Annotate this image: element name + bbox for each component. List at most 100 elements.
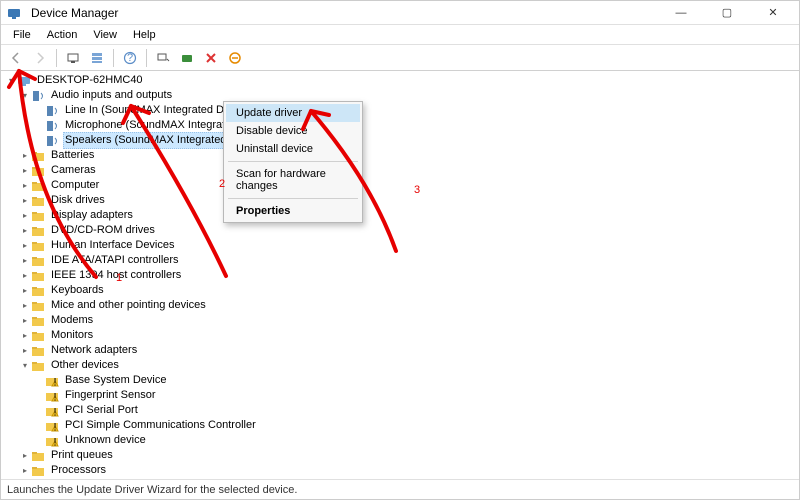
- folder-icon: [31, 299, 45, 313]
- tree-expander-icon[interactable]: ▸: [19, 178, 31, 193]
- category-item[interactable]: Mice and other pointing devices: [49, 298, 208, 313]
- folder-icon: [31, 254, 45, 268]
- folder-icon: [31, 464, 45, 478]
- menu-file[interactable]: File: [5, 27, 39, 43]
- category-item[interactable]: Modems: [49, 313, 95, 328]
- tree-expander-icon[interactable]: ▸: [19, 193, 31, 208]
- category-item[interactable]: Disk drives: [49, 193, 107, 208]
- disable-icon[interactable]: [224, 47, 246, 69]
- other-device[interactable]: Fingerprint Sensor: [63, 388, 158, 403]
- close-button[interactable]: ✕: [753, 2, 793, 24]
- category-item[interactable]: Processors: [49, 463, 108, 478]
- category-item[interactable]: Display adapters: [49, 208, 135, 223]
- ctx-sep: [228, 198, 358, 199]
- folder-icon: [31, 329, 45, 343]
- tree-expander-icon[interactable]: ▸: [19, 343, 31, 358]
- tree-root[interactable]: DESKTOP-62HMC40: [35, 73, 145, 88]
- ctx-disable-device[interactable]: Disable device: [226, 122, 360, 140]
- tree-expander-icon[interactable]: ▸: [19, 163, 31, 178]
- ctx-update-driver[interactable]: Update driver: [226, 104, 360, 122]
- tree-expander-icon[interactable]: ▸: [19, 238, 31, 253]
- warn-icon: !: [45, 404, 59, 418]
- menu-help[interactable]: Help: [125, 27, 164, 43]
- show-hidden-icon[interactable]: [86, 47, 108, 69]
- scan-icon[interactable]: [152, 47, 174, 69]
- folder-icon: [31, 479, 45, 480]
- toolbar: ?: [1, 45, 799, 71]
- category-item[interactable]: Batteries: [49, 148, 96, 163]
- category-item[interactable]: Print queues: [49, 448, 115, 463]
- tree-expander-icon[interactable]: ▸: [19, 253, 31, 268]
- tree-expander-icon[interactable]: ▾: [19, 88, 31, 103]
- category-item[interactable]: Computer: [49, 178, 101, 193]
- category-audio[interactable]: Audio inputs and outputs: [49, 88, 174, 103]
- tree-expander-icon[interactable]: ▸: [19, 463, 31, 478]
- forward-icon[interactable]: [29, 47, 51, 69]
- ctx-uninstall-device[interactable]: Uninstall device: [226, 140, 360, 158]
- folder-icon: [31, 359, 45, 373]
- toolbar-sep: [113, 49, 114, 67]
- tree-expander-icon[interactable]: ▸: [19, 448, 31, 463]
- uninstall-icon[interactable]: [200, 47, 222, 69]
- tree-expander-icon[interactable]: ▸: [19, 478, 31, 479]
- toolbar-sep: [146, 49, 147, 67]
- menu-view[interactable]: View: [85, 27, 125, 43]
- folder-icon: [31, 209, 45, 223]
- folder-icon: [31, 449, 45, 463]
- speaker-icon: [45, 134, 59, 148]
- svg-text:!: !: [53, 421, 56, 433]
- warn-icon: !: [45, 434, 59, 448]
- window-title: Device Manager: [31, 6, 655, 20]
- tree-expander-icon[interactable]: ▸: [19, 328, 31, 343]
- category-item[interactable]: Keyboards: [49, 283, 106, 298]
- titlebar: Device Manager — ▢ ✕: [1, 1, 799, 25]
- folder-icon: [31, 344, 45, 358]
- tree-expander-icon[interactable]: ▸: [19, 313, 31, 328]
- toolbar-sep: [56, 49, 57, 67]
- category-item[interactable]: SD host adapters: [49, 478, 138, 479]
- speaker-icon: [45, 104, 59, 118]
- tree-expander-icon[interactable]: ▸: [19, 223, 31, 238]
- tree-expander-icon[interactable]: ▸: [19, 208, 31, 223]
- statusbar: Launches the Update Driver Wizard for th…: [1, 479, 799, 499]
- update-driver-icon[interactable]: [176, 47, 198, 69]
- device-tree[interactable]: ▾ DESKTOP-62HMC40 ▾ Audio inputs and output…: [1, 71, 799, 479]
- menu-action[interactable]: Action: [39, 27, 86, 43]
- speaker-icon: [31, 89, 45, 103]
- other-device[interactable]: Base System Device: [63, 373, 168, 388]
- svg-text:?: ?: [127, 52, 133, 64]
- statusbar-text: Launches the Update Driver Wizard for th…: [7, 484, 297, 496]
- other-device[interactable]: Unknown device: [63, 433, 148, 448]
- category-item[interactable]: IEEE 1394 host controllers: [49, 268, 183, 283]
- tree-expander-icon[interactable]: ▸: [19, 268, 31, 283]
- tree-expander-icon[interactable]: ▸: [19, 283, 31, 298]
- category-item[interactable]: IDE ATA/ATAPI controllers: [49, 253, 181, 268]
- maximize-button[interactable]: ▢: [707, 2, 747, 24]
- category-item[interactable]: Human Interface Devices: [49, 238, 177, 253]
- category-other-devices[interactable]: Other devices: [49, 358, 121, 373]
- category-item[interactable]: DVD/CD-ROM drives: [49, 223, 157, 238]
- folder-icon: [31, 179, 45, 193]
- tree-expander-icon[interactable]: ▾: [19, 358, 31, 373]
- category-item[interactable]: Monitors: [49, 328, 95, 343]
- computer-icon[interactable]: [62, 47, 84, 69]
- other-device[interactable]: PCI Simple Communications Controller: [63, 418, 258, 433]
- warn-icon: !: [45, 374, 59, 388]
- help-icon[interactable]: ?: [119, 47, 141, 69]
- back-icon[interactable]: [5, 47, 27, 69]
- folder-icon: [31, 239, 45, 253]
- minimize-button[interactable]: —: [661, 2, 701, 24]
- ctx-scan-hardware[interactable]: Scan for hardware changes: [226, 165, 360, 195]
- ctx-properties[interactable]: Properties: [226, 202, 360, 220]
- tree-expander-icon[interactable]: ▸: [19, 148, 31, 163]
- category-item[interactable]: Network adapters: [49, 343, 139, 358]
- tree-expander-icon[interactable]: ▸: [19, 298, 31, 313]
- tree-expander-icon[interactable]: ▾: [5, 73, 17, 88]
- category-item[interactable]: Cameras: [49, 163, 98, 178]
- svg-text:!: !: [53, 376, 56, 388]
- other-device[interactable]: PCI Serial Port: [63, 403, 140, 418]
- folder-icon: [31, 224, 45, 238]
- warn-icon: !: [45, 389, 59, 403]
- svg-text:!: !: [53, 391, 56, 403]
- context-menu: Update driver Disable device Uninstall d…: [223, 101, 363, 223]
